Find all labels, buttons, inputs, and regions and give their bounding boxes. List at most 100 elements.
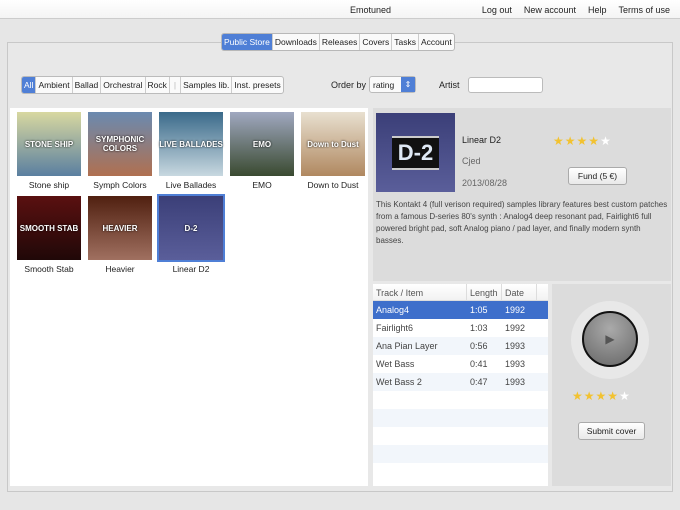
chevron-updown-icon: ⇕ [401,77,415,92]
filter-ambient[interactable]: Ambient [36,77,73,93]
cover-label: Stone ship [28,180,70,190]
fund-button[interactable]: Fund (5 €) [568,167,627,185]
star-filled-icon[interactable]: ★ [584,389,595,403]
table-row[interactable]: Analog4 1:05 1992 [373,301,548,319]
cover-label: Linear D2 [172,264,210,274]
star-filled-icon[interactable]: ★ [577,134,588,148]
table-cell: 0:47 [470,377,488,387]
cover-item[interactable]: D-2 Linear D2 [155,194,227,274]
genre-filter: All Ambient Ballad Orchestral Rock | Samples l… [21,76,284,94]
link-help[interactable]: Help [588,5,607,15]
table-cell: 0:41 [470,359,488,369]
tab-downloads[interactable]: Downloads [273,34,320,50]
filter-type[interactable]: Inst. presets [232,77,282,93]
app-title: Emotuned [350,5,392,15]
column-header[interactable]: Track / Item [373,284,467,300]
cover-label: Heavier [105,264,135,274]
cover-label: Smooth Stab [24,264,74,274]
cover-image: HEAVIER [88,196,152,260]
release-date: 2013/08/28 [462,178,508,188]
release-detail: D-2 Linear D2 Cjed 2013/08/28 ★ ★ ★ ★ ★ Fund… [373,108,671,281]
table-row [373,391,548,409]
cover-item[interactable]: LIVE BALLADES Live Ballades [155,112,227,190]
star-filled-icon[interactable]: ★ [596,389,607,403]
table-cell: 1992 [505,305,526,315]
column-header[interactable]: Length [467,284,502,300]
submit-cover-button[interactable]: Submit cover [578,422,645,440]
cover-label: Live Ballades [165,180,217,190]
table-row [373,445,548,463]
link-terms-of-use[interactable]: Terms of use [618,5,670,15]
star-filled-icon[interactable]: ★ [588,134,599,148]
cover-rating-stars[interactable]: ★ ★ ★ ★ ★ [572,389,630,403]
table-cell: 0:56 [470,341,488,351]
table-cell: 1:03 [470,323,488,333]
filter-separator: | [170,77,182,93]
tab-public-store[interactable]: Public Store [222,34,273,50]
cover-item[interactable]: EMO EMO [226,112,298,190]
play-button[interactable]: ▶ [582,311,638,367]
table-cell: 1993 [505,359,526,369]
cover-image: SYMPHONIC COLORS [88,112,152,176]
cover-item[interactable]: Down to Dust Down to Dust [297,112,369,190]
tab-covers[interactable]: Covers [360,34,393,50]
table-row[interactable]: Ana Pian Layer 0:56 1993 [373,337,548,355]
star-filled-icon[interactable]: ★ [572,389,583,403]
order-by-select[interactable]: rating ⇕ [369,76,416,93]
link-log-out[interactable]: Log out [482,5,512,15]
cover-label: EMO [252,180,272,190]
player-panel: ▶ ★ ★ ★ ★ ★ Submit cover [552,284,671,486]
rating-stars[interactable]: ★ ★ ★ ★ ★ [553,134,611,148]
table-cell: 1:05 [470,305,488,315]
table-row[interactable]: Wet Bass 2 0:47 1993 [373,373,548,391]
release-cover: D-2 [376,113,455,192]
table-row [373,463,548,481]
order-value: rating [373,80,395,90]
star-filled-icon[interactable]: ★ [607,389,618,403]
column-header[interactable]: Date [502,284,537,300]
cover-image: D-2 [157,194,225,262]
cover-label: Down to Dust [307,180,359,190]
table-cell: Ana Pian Layer [376,341,438,351]
filter-all[interactable]: All [22,77,37,93]
table-cell: Wet Bass [376,359,415,369]
star-filled-icon[interactable]: ★ [553,134,564,148]
cover-item[interactable]: STONE SHIP Stone ship [13,112,85,190]
track-table: Track / Item Length Date Analog4 1:05 1992 Fa… [373,284,548,486]
cover-label: Symph Colors [93,180,147,190]
cover-image: STONE SHIP [17,112,81,176]
cover-item[interactable]: SYMPHONIC COLORS Symph Colors [84,112,156,190]
filter-rock[interactable]: Rock [146,77,170,93]
filter-ballad[interactable]: Ballad [73,77,102,93]
top-bar: Emotuned Log out New account Help Terms of … [0,0,680,19]
cover-image: LIVE BALLADES [159,112,223,176]
table-row[interactable]: Fairlight6 1:03 1992 [373,319,548,337]
table-cell: 1993 [505,377,526,387]
cover-grid: STONE SHIP Stone ship SYMPHONIC COLORS Symp… [10,108,368,486]
star-empty-icon[interactable]: ★ [600,134,611,148]
table-cell: 1993 [505,341,526,351]
filter-type[interactable]: Samples lib. [181,77,233,93]
release-title: Linear D2 [462,135,502,145]
tab-tasks[interactable]: Tasks [392,34,420,50]
filter-orchestral[interactable]: Orchestral [101,77,146,93]
cover-image: Down to Dust [301,112,365,176]
table-cell: Analog4 [376,305,410,315]
cover-item[interactable]: HEAVIER Heavier [84,196,156,274]
cover-image: SMOOTH STAB [17,196,81,260]
cover-art-text: D-2 [391,135,440,170]
cover-image: EMO [230,112,294,176]
star-filled-icon[interactable]: ★ [565,134,576,148]
tab-account[interactable]: Account [419,34,454,50]
table-cell: 1992 [505,323,526,333]
tab-releases[interactable]: Releases [320,34,361,50]
star-empty-icon[interactable]: ★ [619,389,630,403]
table-cell: Fairlight6 [376,323,414,333]
cover-item[interactable]: SMOOTH STAB Smooth Stab [13,196,85,274]
table-row[interactable]: Wet Bass 0:41 1993 [373,355,548,373]
artist-input[interactable] [468,77,543,93]
order-by-label: Order by [331,80,367,90]
table-cell: Wet Bass 2 [376,377,422,387]
artist-label: Artist [439,80,460,90]
link-new-account[interactable]: New account [524,5,576,15]
